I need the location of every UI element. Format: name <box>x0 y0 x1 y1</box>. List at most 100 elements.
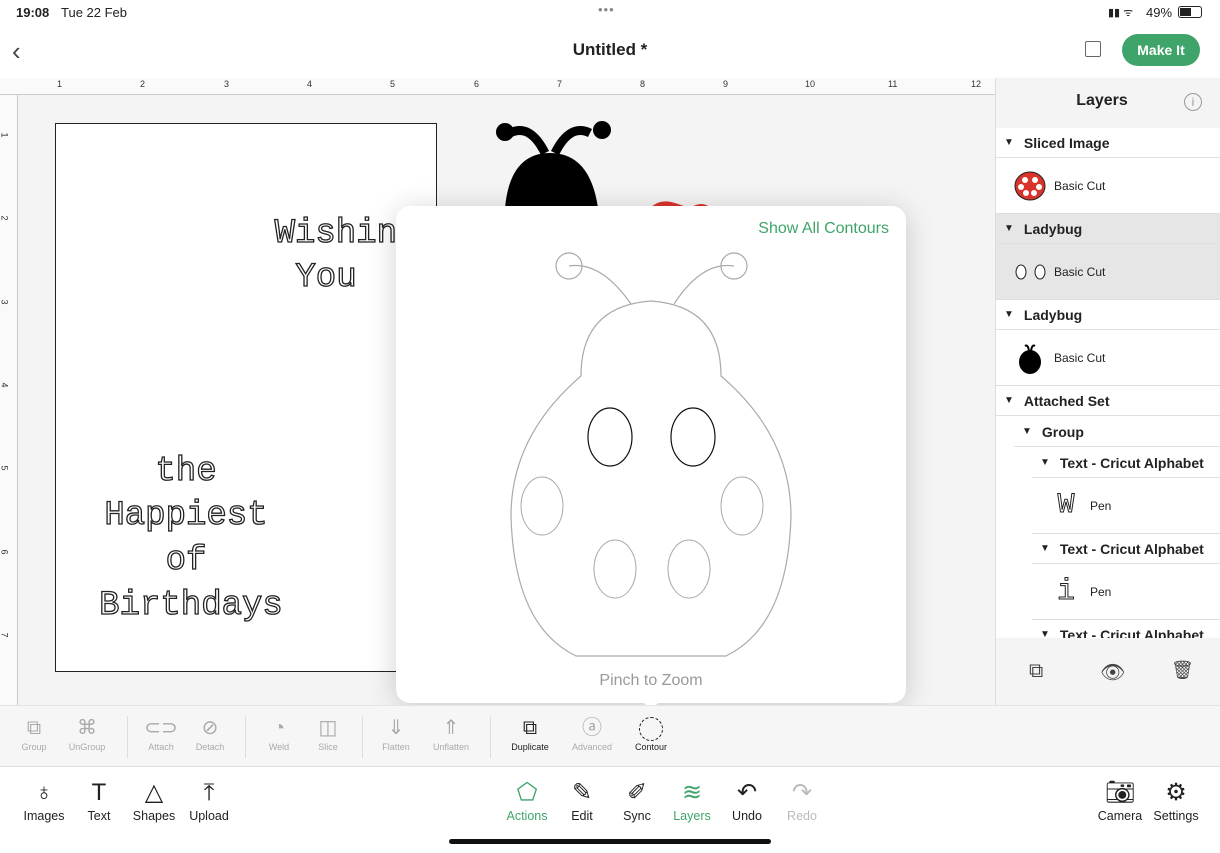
text-button[interactable]: T Text <box>69 777 129 823</box>
unflatten-icon: ⇑ <box>442 717 460 739</box>
flatten-button[interactable]: ⇓ Flatten <box>366 714 426 752</box>
layer-text[interactable]: ▼ Text - Cricut Alphabet <box>996 620 1220 639</box>
advanced-button[interactable]: ⓐ Advanced <box>562 714 622 752</box>
sync-button[interactable]: ✐ Sync <box>607 777 667 823</box>
group-button[interactable]: ⧉ Group <box>4 714 64 752</box>
collapse-icon[interactable]: ▼ <box>1004 395 1014 406</box>
sync-icon: ✐ <box>626 779 648 806</box>
text-birthdays[interactable]: Birthdays <box>66 584 316 628</box>
redo-icon: ↷ <box>791 779 813 806</box>
duplicate-button[interactable]: ⧉ Duplicate <box>500 714 560 752</box>
ruler-label: 4 <box>307 79 313 89</box>
ruler-label: 1 <box>57 79 63 89</box>
settings-button[interactable]: ⚙ Settings <box>1146 777 1206 823</box>
ungroup-icon: ⌘ <box>77 717 97 739</box>
layers-panel: Layers i ▼ Sliced Image Basic Cut ▼ Ladybu… <box>995 78 1220 705</box>
collapse-icon[interactable]: ▼ <box>1040 457 1050 468</box>
collapse-icon[interactable]: ▼ <box>1004 137 1014 148</box>
ruler-label: 7 <box>557 79 563 89</box>
upload-button[interactable]: ⤒ Upload <box>179 777 239 823</box>
layer-name: Ladybug <box>1023 306 1083 323</box>
contour-button[interactable]: Contour <box>621 714 681 752</box>
ruler-label: 9 <box>723 79 729 89</box>
layer-text[interactable]: ▼ Text - Cricut Alphabet i Pen <box>996 534 1220 620</box>
label: Attach <box>148 742 174 752</box>
ruler-label: 5 <box>0 465 10 471</box>
ladybug-graphic[interactable] <box>490 118 730 218</box>
advanced-icon: ⓐ <box>582 717 602 739</box>
label: Unflatten <box>432 742 470 752</box>
shapes-button[interactable]: △ Shapes <box>124 777 184 823</box>
text-icon: T <box>91 779 107 806</box>
duplicate-layer-icon[interactable]: ⧉ <box>1029 660 1043 683</box>
card-rectangle[interactable]: Wishing You the Happiest of Birthdays <box>55 123 437 672</box>
make-it-button[interactable]: Make It <box>1122 34 1200 66</box>
ungroup-button[interactable]: ⌘ UnGroup <box>57 714 117 752</box>
undo-button[interactable]: ↶ Undo <box>717 777 777 823</box>
collapse-icon[interactable]: ▼ <box>1022 426 1032 437</box>
label: Detach <box>195 742 225 752</box>
contour-preview[interactable] <box>506 246 796 666</box>
text-you[interactable]: You <box>236 256 416 300</box>
layer-operation: Pen <box>1090 498 1112 513</box>
home-indicator[interactable] <box>449 839 771 844</box>
battery-percent: 49% <box>1146 5 1173 20</box>
visibility-eye-icon[interactable]: 👁 <box>1100 660 1125 685</box>
layer-operation: Basic Cut <box>1054 350 1106 365</box>
text-happiest[interactable]: Happiest <box>76 494 296 538</box>
images-button[interactable]: ♁ Images <box>14 777 74 823</box>
actions-button[interactable]: ⬠ Actions <box>497 777 557 823</box>
layer-text[interactable]: ▼ Text - Cricut Alphabet W Pen <box>996 448 1220 534</box>
collapse-icon[interactable]: ▼ <box>1040 629 1050 638</box>
ruler-label: 1 <box>0 132 10 138</box>
label: Flatten <box>382 742 410 752</box>
detach-button[interactable]: ⊘ Detach <box>180 714 240 752</box>
contour-eye-selected <box>587 407 633 467</box>
multitask-dots-icon[interactable]: ••• <box>598 2 615 17</box>
ruler-label: 5 <box>390 79 396 89</box>
info-icon[interactable]: i <box>1184 93 1202 111</box>
show-all-contours-button[interactable]: Show All Contours <box>758 220 889 238</box>
edit-icon: ✎ <box>571 779 593 806</box>
layer-operation: Basic Cut <box>1054 264 1106 279</box>
slice-button[interactable]: ◫ Slice <box>298 714 358 752</box>
layer-ladybug[interactable]: ▼ Ladybug Basic Cut <box>996 300 1220 386</box>
label: Contour <box>634 742 668 752</box>
ruler-top: 1 2 3 4 5 6 7 8 9 10 11 12 <box>0 78 995 95</box>
edit-button[interactable]: ✎ Edit <box>552 777 612 823</box>
label: Slice <box>318 742 338 752</box>
camera-button[interactable]: 📷︎ Camera <box>1090 777 1150 823</box>
layer-name: Group <box>1041 423 1084 440</box>
layer-group[interactable]: ▼ Group <box>996 417 1220 447</box>
contour-spot <box>667 539 711 599</box>
text-of[interactable]: of <box>76 539 296 583</box>
collapse-icon[interactable]: ▼ <box>1004 223 1014 234</box>
ruler-label: 6 <box>0 549 10 555</box>
signal-wifi-icon: ▮▮ ᯤ <box>1108 7 1134 19</box>
layer-attached-set[interactable]: ▼ Attached Set <box>996 386 1220 416</box>
text-the[interactable]: the <box>76 450 296 494</box>
contour-popup: Show All Contours Pinch to Zoom <box>396 206 906 703</box>
layers-button[interactable]: ≋ Layers <box>662 777 722 823</box>
collapse-icon[interactable]: ▼ <box>1004 309 1014 320</box>
actions-icon: ⬠ <box>516 779 538 806</box>
unflatten-button[interactable]: ⇑ Unflatten <box>421 714 481 752</box>
layer-name: Text - Cricut Alphabet <box>1059 540 1204 557</box>
layer-name: Text - Cricut Alphabet <box>1059 626 1204 639</box>
layer-ladybug-selected[interactable]: ▼ Ladybug Basic Cut <box>996 214 1220 300</box>
label: Duplicate <box>511 742 549 752</box>
save-icon[interactable] <box>1085 41 1101 57</box>
collapse-icon[interactable]: ▼ <box>1040 543 1050 554</box>
label: Edit <box>571 809 593 823</box>
label: Shapes <box>132 809 176 823</box>
label: Sync <box>623 809 651 823</box>
redo-button[interactable]: ↷ Redo <box>772 777 832 823</box>
contour-spot <box>520 476 564 536</box>
delete-trash-icon[interactable]: 🗑 <box>1171 660 1194 681</box>
ruler-label: 2 <box>0 215 10 221</box>
layer-sliced-image[interactable]: ▼ Sliced Image Basic Cut <box>996 128 1220 214</box>
ruler-label: 12 <box>971 79 982 89</box>
layer-operation: Basic Cut <box>1054 178 1106 193</box>
group-icon: ⧉ <box>26 717 42 739</box>
ruler-label: 11 <box>888 79 898 89</box>
